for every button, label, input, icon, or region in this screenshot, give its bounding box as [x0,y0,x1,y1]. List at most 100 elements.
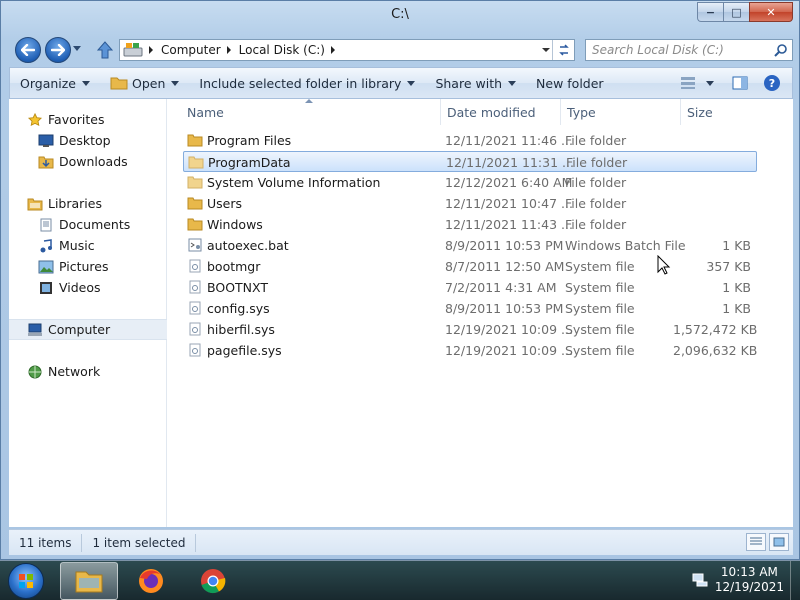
taskbar-explorer[interactable] [60,562,118,600]
address-bar[interactable]: Computer Local Disk (C:) [119,39,575,61]
file-row[interactable]: BOOTNXT 7/2/2011 4:31 AM System file 1 KB [183,277,757,298]
nav-desktop[interactable]: Desktop [9,130,167,151]
file-row[interactable]: Users 12/11/2021 10:47 ... File folder [183,193,757,214]
help-button[interactable]: ? [764,75,780,91]
file-date-modified: 12/11/2021 11:43 ... [445,217,573,232]
details-view-button[interactable] [746,533,766,551]
column-header-type[interactable]: Type [561,99,681,125]
breadcrumb-separator-icon[interactable] [149,46,153,54]
view-options-dropdown[interactable] [700,68,720,98]
file-date-modified: 7/2/2011 4:31 AM [445,280,557,295]
file-row[interactable]: ProgramData 12/11/2021 11:31 ... File fold… [183,151,757,172]
open-label: Open [132,75,166,91]
file-row[interactable]: Windows 12/11/2021 11:43 ... File folder [183,214,757,235]
breadcrumb-computer[interactable]: Computer [161,43,221,57]
system-file-icon [187,280,203,294]
column-header-name[interactable]: Name [181,99,441,125]
folder-icon [188,155,204,169]
clock[interactable]: 10:13 AM 12/19/2021 [715,565,784,595]
open-button[interactable]: Open [100,68,189,98]
refresh-button[interactable] [552,40,574,60]
show-desktop-button[interactable] [790,561,800,600]
nav-pictures-label: Pictures [59,259,109,274]
folder-icon [187,175,203,189]
title-bar[interactable]: C:\ − □ ✕ [1,1,799,33]
drive-icon [123,43,143,57]
documents-icon [40,218,52,231]
file-row[interactable]: config.sys 8/9/2011 10:53 PM System file 1 … [183,298,757,319]
file-row[interactable]: autoexec.bat 8/9/2011 10:53 PM Windows Bat… [183,235,757,256]
breadcrumb-local-disk[interactable]: Local Disk (C:) [239,43,325,57]
taskbar-firefox[interactable] [122,562,180,600]
file-date-modified: 12/19/2021 10:09 ... [445,322,573,337]
file-date-modified: 8/7/2011 12:50 AM [445,259,565,274]
file-date-modified: 12/12/2021 6:40 AM [445,175,573,190]
start-button[interactable] [8,563,44,599]
arrow-right-icon [51,44,65,56]
organize-button[interactable]: Organize [10,68,100,98]
preview-pane-icon[interactable] [732,76,748,90]
taskbar: 10:13 AM 12/19/2021 [0,560,800,600]
nav-favorites[interactable]: Favorites [9,109,167,130]
file-type: Windows Batch File [565,238,686,253]
nav-network-label: Network [48,364,101,379]
nav-computer[interactable]: Computer [9,319,167,340]
nav-music[interactable]: Music [9,235,167,256]
nav-libraries[interactable]: Libraries [9,193,167,214]
address-history-dropdown[interactable] [542,48,550,52]
chevron-down-icon [171,80,180,86]
computer-icon [28,323,42,336]
taskbar-chrome[interactable] [184,562,242,600]
forward-button[interactable] [45,37,71,63]
nav-downloads[interactable]: Downloads [9,151,167,172]
mouse-cursor-icon [657,255,671,275]
file-type: File folder [565,133,627,148]
new-folder-button[interactable]: New folder [526,68,614,98]
nav-network[interactable]: Network [9,361,167,382]
file-row[interactable]: hiberfil.sys 12/19/2021 10:09 ... System f… [183,319,757,340]
file-date-modified: 8/9/2011 10:53 PM [445,301,564,316]
navigation-pane: Favorites Desktop Downloads Libraries Do… [9,99,167,527]
breadcrumb-separator-icon[interactable] [226,46,231,54]
network-tray-icon[interactable] [692,573,708,587]
minimize-button[interactable]: − [697,2,723,22]
nav-favorites-label: Favorites [48,112,105,127]
chevron-down-icon [706,80,714,86]
close-button[interactable]: ✕ [749,2,793,22]
file-date-modified: 8/9/2011 10:53 PM [445,238,564,253]
system-file-icon [187,259,203,273]
file-date-modified: 12/19/2021 10:09 ... [445,343,573,358]
back-button[interactable] [15,37,41,63]
large-icons-view-icon [773,537,785,547]
nav-videos[interactable]: Videos [9,277,167,298]
change-view-icon[interactable] [680,76,696,90]
maximize-button[interactable]: □ [723,2,749,22]
column-header-size[interactable]: Size [681,99,761,125]
nav-pictures[interactable]: Pictures [9,256,167,277]
share-with-button[interactable]: Share with [425,68,526,98]
file-row[interactable]: System Volume Information 12/12/2021 6:40… [183,172,757,193]
nav-downloads-label: Downloads [59,154,128,169]
file-list: Name Date modified Type Size Program Fil… [167,99,793,527]
file-row[interactable]: pagefile.sys 12/19/2021 10:09 ... System f… [183,340,757,361]
file-size: 1,572,472 KB [673,322,758,337]
command-bar: Organize Open Include selected folder in… [9,67,793,99]
column-header-date[interactable]: Date modified [441,99,561,125]
up-arrow-icon[interactable] [95,40,115,60]
search-input[interactable]: Search Local Disk (C:) [585,39,793,61]
star-icon [27,112,43,126]
chevron-down-icon [82,80,90,86]
file-row[interactable]: Program Files 12/11/2021 11:46 ... File fo… [183,130,757,151]
clock-date: 12/19/2021 [714,580,784,594]
pictures-icon [38,260,54,273]
folder-icon [187,196,203,210]
breadcrumb-separator-icon[interactable] [330,46,335,54]
large-icons-view-button[interactable] [769,533,789,551]
file-type: File folder [565,175,627,190]
nav-documents[interactable]: Documents [9,214,167,235]
file-name: Program Files [207,133,292,148]
recent-pages-dropdown[interactable] [73,46,81,51]
details-view-icon [750,537,762,545]
status-view-buttons [743,533,789,551]
include-in-library-button[interactable]: Include selected folder in library [189,68,425,98]
